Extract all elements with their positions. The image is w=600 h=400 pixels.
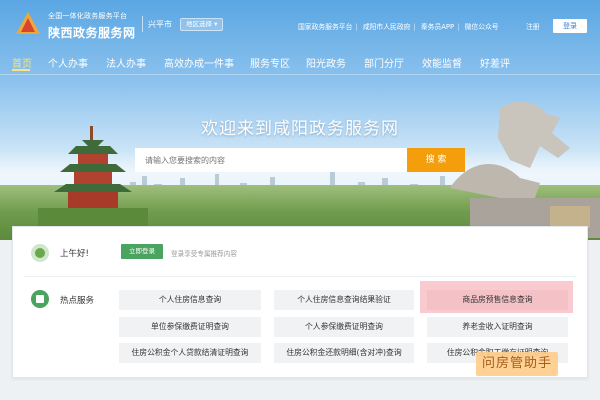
register-link[interactable]: 注册 — [526, 21, 540, 31]
quick-login-button[interactable]: 立即登录 — [121, 244, 163, 259]
site-name[interactable]: 陕西政务服务网 — [48, 24, 136, 41]
login-hint: 登录享受专属推荐内容 — [171, 250, 237, 258]
top-bar: 全国一体化政务服务平台 陕西政务服务网 兴平市 地区选择 ▾ 国家政务服务平台 |… — [0, 0, 600, 46]
nav-rating[interactable]: 好差评 — [480, 55, 510, 70]
hot-services-label: 热点服务 — [60, 296, 95, 306]
service-item[interactable]: 住房公积金个人贷款结清证明查询 — [119, 343, 261, 363]
service-item[interactable]: 养老金收入证明查询 — [427, 317, 568, 337]
welcome-title: 欢迎来到咸阳政务服务网 — [201, 119, 399, 139]
top-links: 国家政务服务平台 | 咸阳市人民政府 | 秦务员APP | 微信公众号 — [298, 21, 502, 31]
region-select-label: 地区选择 — [186, 20, 212, 28]
site-logo-icon — [16, 12, 40, 34]
nav-personal[interactable]: 个人办事 — [48, 55, 88, 70]
card-divider — [24, 276, 576, 277]
greeting-text: 上午好! — [60, 249, 89, 259]
thumbs-up-icon — [31, 290, 49, 308]
login-button[interactable]: 登录 — [553, 19, 587, 33]
service-item[interactable]: 商品房预售信息查询 — [427, 290, 568, 310]
nav-open-gov[interactable]: 阳光政务 — [306, 55, 346, 70]
header-divider — [142, 16, 143, 32]
link-separator: | — [457, 23, 460, 31]
link-app[interactable]: 秦务员APP — [421, 23, 454, 31]
nav-divider — [0, 74, 600, 75]
service-item[interactable]: 住房公积金还款明细(含对冲)查询 — [274, 343, 414, 363]
link-national-platform[interactable]: 国家政务服务平台 — [298, 23, 352, 31]
service-item[interactable]: 单位参保缴费证明查询 — [119, 317, 261, 337]
search-input[interactable] — [135, 148, 407, 172]
link-wechat[interactable]: 微信公众号 — [465, 23, 499, 31]
main-nav: 首页 个人办事 法人办事 高效办成一件事 服务专区 阳光政务 部门分厅 效能监督… — [0, 50, 600, 72]
link-separator: | — [413, 23, 416, 31]
chevron-down-icon: ▾ — [214, 20, 218, 28]
search-button[interactable]: 搜 索 — [407, 148, 465, 172]
watermark-badge: 问房管助手 — [476, 352, 559, 376]
service-item[interactable]: 个人参保缴费证明查询 — [274, 317, 414, 337]
nav-one-thing[interactable]: 高效办成一件事 — [164, 55, 234, 70]
nav-supervision[interactable]: 效能监督 — [422, 55, 462, 70]
greeting-icon — [31, 244, 49, 262]
nav-departments[interactable]: 部门分厅 — [364, 55, 404, 70]
current-city: 兴平市 — [148, 20, 172, 29]
nav-service-zone[interactable]: 服务专区 — [250, 55, 290, 70]
service-item[interactable]: 个人住房信息查询结果验证 — [274, 290, 414, 310]
region-select-button[interactable]: 地区选择 ▾ — [180, 18, 224, 31]
nav-corporate[interactable]: 法人办事 — [106, 55, 146, 70]
link-separator: | — [355, 23, 358, 31]
nav-home[interactable]: 首页 — [12, 55, 32, 70]
service-item[interactable]: 个人住房信息查询 — [119, 290, 261, 310]
link-xianyang-gov[interactable]: 咸阳市人民政府 — [363, 23, 411, 31]
nav-active-indicator — [12, 69, 30, 71]
platform-label: 全国一体化政务服务平台 — [48, 12, 128, 20]
